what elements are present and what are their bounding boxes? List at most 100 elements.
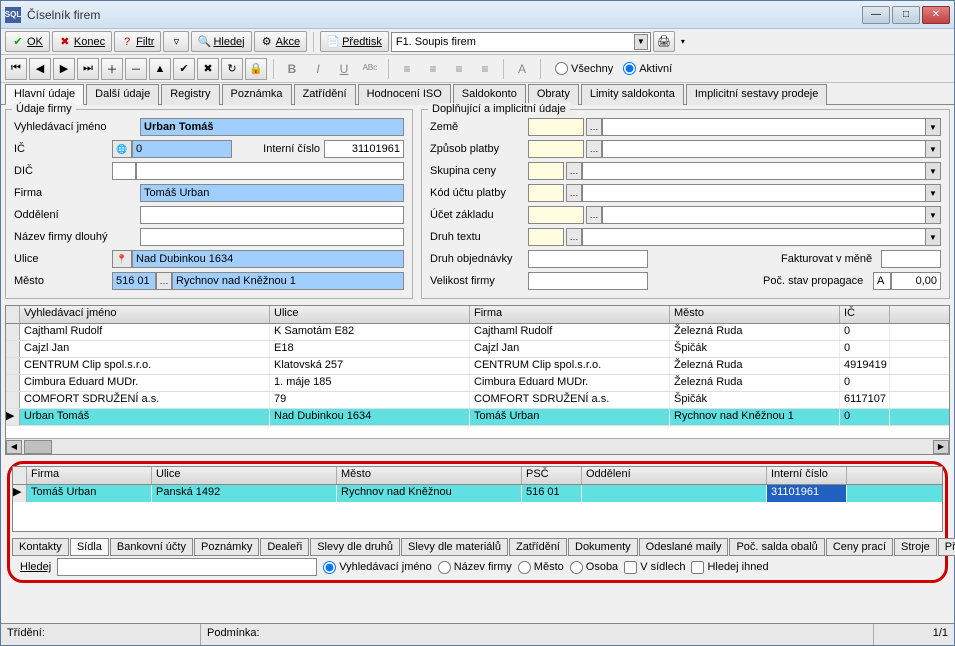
col-header[interactable]: Vyhledávací jméno	[20, 306, 270, 323]
zpusob-lookup[interactable]: …	[586, 140, 602, 158]
first-button[interactable]: ⏮	[5, 58, 27, 80]
input-dic-cc[interactable]	[112, 162, 136, 180]
input-ucet-code[interactable]	[528, 206, 584, 224]
subtab-10[interactable]: Poč. salda obalů	[729, 538, 824, 556]
scroll-left-icon[interactable]: ◀	[6, 440, 22, 454]
input-pocstav-code[interactable]	[873, 272, 891, 290]
psc-lookup[interactable]: …	[156, 272, 172, 290]
cancel-button[interactable]: ✖	[197, 58, 219, 80]
sub-col-header[interactable]: Město	[337, 467, 522, 484]
input-zeme-code[interactable]	[528, 118, 584, 136]
tab-5[interactable]: Hodnocení ISO	[358, 84, 451, 105]
minimize-button[interactable]: —	[862, 6, 890, 24]
last-button[interactable]: ⏭	[77, 58, 99, 80]
col-header[interactable]: Ulice	[270, 306, 470, 323]
subtab-6[interactable]: Slevy dle materiálů	[401, 538, 508, 556]
subtab-0[interactable]: Kontakty	[12, 538, 69, 556]
add-button[interactable]: ＋	[101, 58, 123, 80]
sub-col-header[interactable]: Firma	[27, 467, 152, 484]
input-dic[interactable]	[136, 162, 404, 180]
tab-6[interactable]: Saldokonto	[453, 84, 526, 105]
input-vyhled[interactable]	[140, 118, 404, 136]
akce-button[interactable]: ⚙Akce	[254, 31, 307, 52]
tab-7[interactable]: Obraty	[528, 84, 579, 105]
input-pocstav-num[interactable]	[891, 272, 941, 290]
druh-lookup[interactable]: …	[566, 228, 582, 246]
scroll-thumb[interactable]	[24, 440, 52, 454]
subtab-13[interactable]: Příteb	[938, 538, 955, 556]
align-center-icon[interactable]: ≡	[447, 58, 471, 80]
input-psc[interactable]	[112, 272, 156, 290]
subtab-5[interactable]: Slevy dle druhů	[310, 538, 400, 556]
input-interni[interactable]	[324, 140, 404, 158]
input-kod-code[interactable]	[528, 184, 564, 202]
refresh-button[interactable]: ↻	[221, 58, 243, 80]
radio-vsechny[interactable]: Všechny	[555, 62, 613, 75]
tab-2[interactable]: Registry	[161, 84, 219, 105]
filtr-clear-button[interactable]: ▿	[163, 31, 189, 52]
kod-lookup[interactable]: …	[566, 184, 582, 202]
subtab-1[interactable]: Sídla	[70, 538, 109, 556]
sub-col-header[interactable]: Oddělení	[582, 467, 767, 484]
table-row[interactable]: ▶Urban TomášNad Dubinkou 1634Tomáš Urban…	[6, 409, 949, 426]
align-left-icon[interactable]: ≡	[421, 58, 445, 80]
combo-zpusob[interactable]: ▼	[602, 140, 941, 158]
tab-3[interactable]: Poznámka	[222, 84, 292, 105]
radio-osoba[interactable]: Osoba	[570, 561, 618, 574]
sub-row[interactable]: ▶Tomáš UrbanPanská 1492Rychnov nad Kněžn…	[13, 485, 942, 502]
combo-skupina[interactable]: ▼	[582, 162, 941, 180]
input-mesto[interactable]	[172, 272, 404, 290]
combo-zeme[interactable]: ▼	[602, 118, 941, 136]
input-ulice[interactable]	[132, 250, 404, 268]
col-header[interactable]: IČ	[840, 306, 890, 323]
input-skupina-code[interactable]	[528, 162, 564, 180]
table-row[interactable]: Cajthaml RudolfK Samotám E82Cajthaml Rud…	[6, 324, 949, 341]
close-button[interactable]: ✕	[922, 6, 950, 24]
prev-button[interactable]: ◀	[29, 58, 51, 80]
up-button[interactable]: ▲	[149, 58, 171, 80]
subtab-11[interactable]: Ceny prací	[826, 538, 893, 556]
tab-8[interactable]: Limity saldokonta	[581, 84, 684, 105]
ucet-lookup[interactable]: …	[586, 206, 602, 224]
filtr-button[interactable]: ?Filtr	[114, 31, 161, 52]
input-druh-code[interactable]	[528, 228, 564, 246]
check-hledejinhed[interactable]: Hledej ihned	[691, 561, 768, 574]
sub-col-header[interactable]: PSČ	[522, 467, 582, 484]
subtab-4[interactable]: Dealeři	[260, 538, 309, 556]
check-vsidlech[interactable]: V sídlech	[624, 561, 685, 574]
combo-druh[interactable]: ▼	[582, 228, 941, 246]
ic-lookup-icon[interactable]: 🌐	[112, 140, 132, 158]
col-header[interactable]: Firma	[470, 306, 670, 323]
table-row[interactable]: Cajzl JanE18Cajzl JanŠpičák0	[6, 341, 949, 358]
radio-mesto[interactable]: Město	[518, 561, 564, 574]
input-zpusob-code[interactable]	[528, 140, 584, 158]
grid-body[interactable]: Cajthaml RudolfK Samotám E82Cajthaml Rud…	[6, 324, 949, 438]
input-firma[interactable]	[140, 184, 404, 202]
combo-ucet[interactable]: ▼	[602, 206, 941, 224]
table-row[interactable]: COMFORT SDRUŽENÍ a.s.79COMFORT SDRUŽENÍ …	[6, 392, 949, 409]
input-nazev[interactable]	[140, 228, 404, 246]
align-right-icon[interactable]: ≡	[473, 58, 497, 80]
input-druhobj[interactable]	[528, 250, 648, 268]
map-icon[interactable]: 📍	[112, 250, 132, 268]
input-velikost[interactable]	[528, 272, 648, 290]
combo-kod[interactable]: ▼	[582, 184, 941, 202]
radio-nazev[interactable]: Název firmy	[438, 561, 512, 574]
tab-0[interactable]: Hlavní údaje	[5, 84, 84, 105]
sub-col-header[interactable]: Ulice	[152, 467, 337, 484]
input-ic[interactable]	[132, 140, 232, 158]
input-oddeleni[interactable]	[140, 206, 404, 224]
h-scrollbar[interactable]: ◀ ▶	[6, 438, 949, 454]
print-dropdown[interactable]: ▾	[677, 37, 689, 46]
subgrid-body[interactable]: ▶Tomáš UrbanPanská 1492Rychnov nad Kněžn…	[13, 485, 942, 502]
subtab-12[interactable]: Stroje	[894, 538, 937, 556]
tab-4[interactable]: Zatřídění	[294, 84, 356, 105]
table-row[interactable]: Cimbura Eduard MUDr.1. máje 185Cimbura E…	[6, 375, 949, 392]
input-fakturovat[interactable]	[881, 250, 941, 268]
zeme-lookup[interactable]: …	[586, 118, 602, 136]
table-row[interactable]: CENTRUM Clip spol.s.r.o.Klatovská 257CEN…	[6, 358, 949, 375]
subtab-9[interactable]: Odeslané maily	[639, 538, 729, 556]
confirm-button[interactable]: ✔	[173, 58, 195, 80]
skupina-lookup[interactable]: …	[566, 162, 582, 180]
radio-vyhled[interactable]: Vyhledávací jméno	[323, 561, 432, 574]
